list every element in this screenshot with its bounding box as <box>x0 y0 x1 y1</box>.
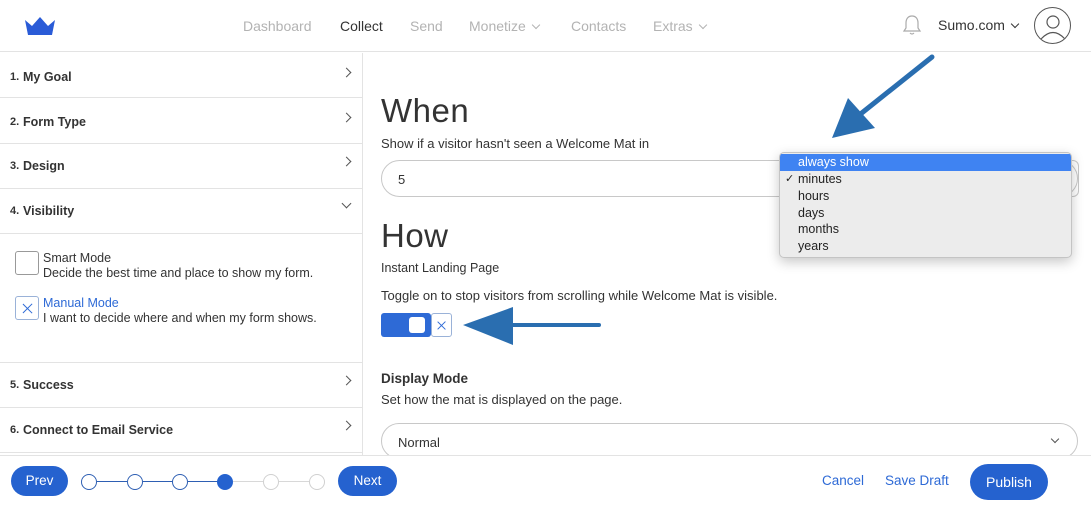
display-mode-description: Set how the mat is displayed on the page… <box>381 392 623 407</box>
chevron-down-icon <box>1010 19 1020 29</box>
display-mode-heading: Display Mode <box>381 371 469 386</box>
unit-option-label: years <box>798 239 829 253</box>
manual-mode-checkbox[interactable] <box>15 296 39 320</box>
prev-button[interactable]: Prev <box>11 466 68 496</box>
unit-option-hours[interactable]: hours <box>780 188 1071 205</box>
smart-mode-desc: Decide the best time and place to show m… <box>43 266 314 280</box>
next-button[interactable]: Next <box>338 466 397 496</box>
close-icon[interactable] <box>431 313 452 337</box>
progress-connector <box>279 481 309 483</box>
nav-contacts[interactable]: Contacts <box>571 18 626 34</box>
chevron-down-icon <box>1050 434 1060 444</box>
how-heading: How <box>381 217 449 254</box>
progress-step-2[interactable] <box>127 474 143 490</box>
nav-monetize-label: Monetize <box>469 18 526 34</box>
user-icon <box>1040 15 1066 40</box>
step-label: Success <box>23 378 74 392</box>
manual-mode-desc: I want to decide where and when my form … <box>43 311 317 325</box>
nav-extras-label: Extras <box>653 18 693 34</box>
instant-landing-toggle[interactable] <box>381 313 431 337</box>
when-value: 5 <box>398 172 406 187</box>
step-label: Design <box>23 159 65 173</box>
toggle-knob <box>409 317 425 333</box>
unit-option-label: days <box>798 206 825 220</box>
chevron-down-icon <box>341 198 352 209</box>
nav-collect[interactable]: Collect <box>340 18 383 34</box>
publish-button[interactable]: Publish <box>970 464 1048 500</box>
step-number: 2. <box>10 116 20 128</box>
progress-connector <box>188 481 218 483</box>
step-visibility[interactable]: 4. Visibility <box>0 188 362 234</box>
nav-dashboard[interactable]: Dashboard <box>243 18 312 34</box>
smart-mode-title: Smart Mode <box>43 251 112 265</box>
check-icon: ✓ <box>785 173 795 185</box>
display-mode-select[interactable]: Normal <box>381 423 1078 459</box>
visibility-panel: Smart Mode Decide the best time and plac… <box>0 234 362 363</box>
unit-option-days[interactable]: days <box>780 205 1071 222</box>
unit-option-label: hours <box>798 189 830 203</box>
unit-option-years[interactable]: years <box>780 238 1071 255</box>
chevron-down-icon <box>698 20 707 30</box>
chevron-down-icon <box>531 20 541 30</box>
step-number: 4. <box>10 205 20 217</box>
when-heading: When <box>381 92 470 129</box>
step-form-type[interactable]: 2. Form Type <box>0 99 362 144</box>
account-label: Sumo.com <box>938 17 1005 33</box>
step-label: Visibility <box>23 204 75 218</box>
step-number: 3. <box>10 160 20 172</box>
nav-send[interactable]: Send <box>410 18 443 34</box>
step-number: 6. <box>10 424 20 436</box>
smart-mode-checkbox[interactable] <box>15 251 39 275</box>
annotation-arrow-dropdown <box>832 54 935 138</box>
chevron-right-icon <box>341 112 352 123</box>
chevron-right-icon <box>341 375 352 386</box>
progress-step-6[interactable] <box>309 474 325 490</box>
account-menu[interactable]: Sumo.com <box>938 17 1020 33</box>
step-connect-email-service[interactable]: 6. Connect to Email Service <box>0 408 362 453</box>
chevron-right-icon <box>341 67 352 78</box>
save-draft-link[interactable]: Save Draft <box>885 473 949 488</box>
how-subtitle: Instant Landing Page <box>381 261 500 275</box>
step-label: Form Type <box>23 115 86 129</box>
unit-option-label: minutes <box>798 172 842 186</box>
step-number: 5. <box>10 379 20 391</box>
step-label: My Goal <box>23 70 72 84</box>
avatar[interactable] <box>1034 7 1071 44</box>
progress-connector <box>233 481 263 483</box>
chevron-right-icon <box>341 420 352 431</box>
unit-option-always-show[interactable]: always show <box>780 154 1071 171</box>
step-success[interactable]: 5. Success <box>0 363 362 408</box>
manual-mode-title: Manual Mode <box>43 296 119 310</box>
sidebar: 1. My Goal 2. Form Type 3. Design 4. Vis… <box>0 53 363 455</box>
nav-extras[interactable]: Extras <box>653 18 707 34</box>
progress-step-1[interactable] <box>81 474 97 490</box>
nav-monetize[interactable]: Monetize <box>469 18 541 34</box>
step-label: Connect to Email Service <box>23 423 174 437</box>
unit-dropdown: always show ✓ minutes hours days months y… <box>779 152 1072 258</box>
chevron-right-icon <box>341 156 352 167</box>
progress-step-3[interactable] <box>172 474 188 490</box>
progress-step-5[interactable] <box>263 474 279 490</box>
annotation-arrow-toggle <box>463 307 601 345</box>
progress-connector <box>143 481 173 483</box>
unit-option-label: always show <box>798 155 869 169</box>
display-mode-value: Normal <box>398 435 440 450</box>
top-navigation-bar: Dashboard Collect Send Monetize Contacts… <box>0 0 1091 52</box>
step-number: 1. <box>10 71 20 83</box>
bell-icon[interactable] <box>902 14 922 36</box>
unit-option-months[interactable]: months <box>780 221 1071 238</box>
unit-option-label: months <box>798 222 839 236</box>
progress-connector <box>97 481 127 483</box>
crown-icon[interactable] <box>22 14 58 38</box>
progress-step-4[interactable] <box>217 474 233 490</box>
step-design[interactable]: 3. Design <box>0 144 362 189</box>
when-description: Show if a visitor hasn't seen a Welcome … <box>381 136 650 151</box>
unit-option-minutes[interactable]: ✓ minutes <box>780 171 1071 188</box>
cancel-link[interactable]: Cancel <box>822 473 864 488</box>
step-my-goal[interactable]: 1. My Goal <box>0 53 362 98</box>
